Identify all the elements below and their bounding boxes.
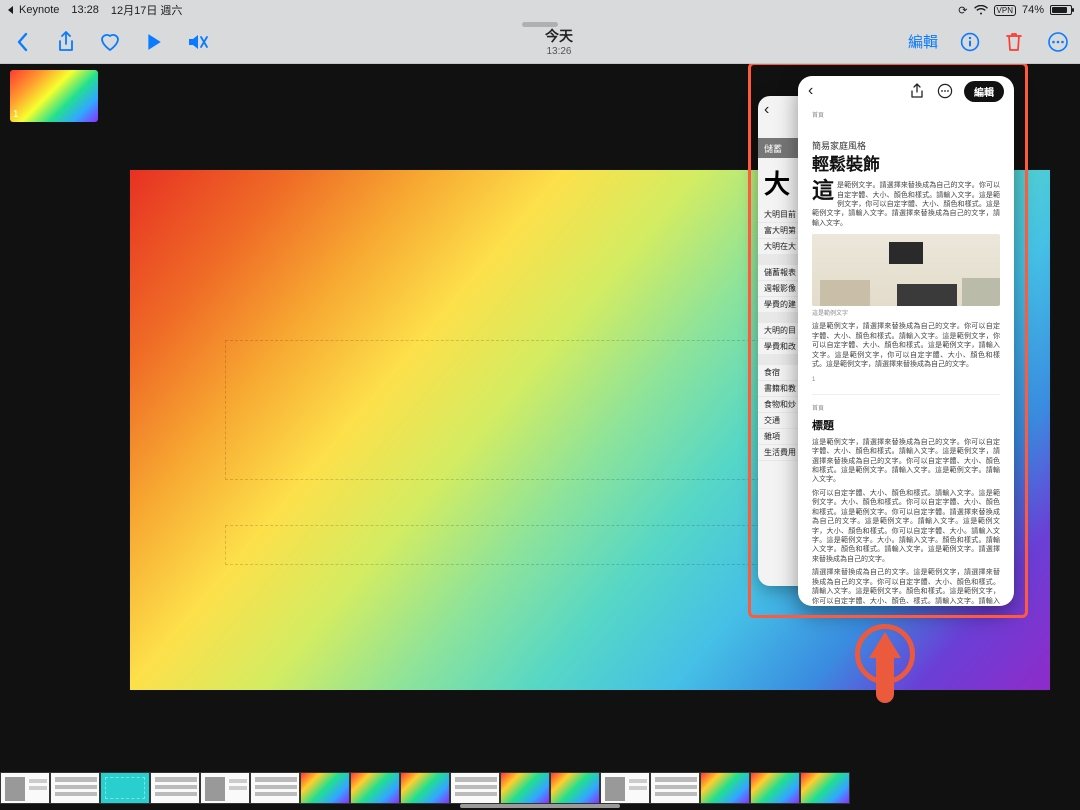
front-nav: ‹ 編輯 bbox=[798, 76, 1014, 106]
edit-button[interactable]: 編輯 bbox=[908, 31, 938, 52]
back-app-label[interactable]: Keynote bbox=[19, 4, 59, 16]
doc-subtitle: 簡易家庭風格 bbox=[812, 140, 1000, 152]
filmstrip-thumb[interactable] bbox=[300, 772, 350, 804]
doc-para: 這是範例文字，請選擇來替換成為自己的文字。你可以自定字體、大小、顏色和樣式。請輸… bbox=[812, 438, 1000, 485]
page-header-muted: 首頁 bbox=[812, 112, 1000, 120]
favorite-icon[interactable] bbox=[98, 30, 122, 54]
status-time: 13:28 bbox=[71, 4, 99, 16]
home-indicator[interactable] bbox=[460, 804, 620, 808]
filmstrip-thumb[interactable] bbox=[600, 772, 650, 804]
filmstrip-thumb[interactable] bbox=[400, 772, 450, 804]
dropcap: 這 bbox=[812, 181, 834, 201]
text-placeholder-2[interactable] bbox=[225, 525, 785, 565]
wifi-icon bbox=[974, 5, 988, 15]
share-icon[interactable] bbox=[54, 30, 78, 54]
status-date: 12月17日 週六 bbox=[111, 2, 183, 18]
slide-thumbnail[interactable]: 1 bbox=[10, 70, 98, 122]
filmstrip-thumb[interactable] bbox=[500, 772, 550, 804]
doc-heading: 輕鬆裝飾 bbox=[812, 154, 1000, 177]
play-icon[interactable] bbox=[142, 30, 166, 54]
battery-percent: 74% bbox=[1022, 4, 1044, 16]
filmstrip-thumb[interactable] bbox=[800, 772, 850, 804]
photo-subtitle: 13:26 bbox=[210, 46, 908, 57]
back-chevron-icon[interactable]: ‹ bbox=[764, 101, 769, 119]
filmstrip-thumb[interactable] bbox=[150, 772, 200, 804]
slideover-front-window[interactable]: ‹ 編輯 首頁 簡易家庭風格 輕鬆裝飾 這是範例文字。請選擇來替換成為自己的文字… bbox=[798, 76, 1014, 606]
photo-caption: 這是範例文字 bbox=[812, 310, 1000, 318]
page-number: 1 bbox=[812, 376, 1000, 384]
filmstrip-thumb[interactable] bbox=[750, 772, 800, 804]
front-body[interactable]: 首頁 簡易家庭風格 輕鬆裝飾 這是範例文字。請選擇來替換成為自己的文字。你可以自… bbox=[798, 106, 1014, 606]
back-button[interactable] bbox=[10, 30, 34, 54]
doc-para: 你可以自定字體、大小、顏色和樣式。請輸入文字。這是範例文字。大小、顏色和樣式。你… bbox=[812, 489, 1000, 565]
filmstrip-thumb[interactable] bbox=[550, 772, 600, 804]
mute-icon[interactable] bbox=[186, 30, 210, 54]
filmstrip-thumb[interactable] bbox=[0, 772, 50, 804]
back-app-caret-icon[interactable] bbox=[8, 6, 13, 14]
filmstrip-thumb[interactable] bbox=[50, 772, 100, 804]
doc-para: 請選擇來替換成為自己的文字。這是範例文字，請選擇來替換成為自己的文字。你可以自定… bbox=[812, 568, 1000, 606]
share-icon[interactable] bbox=[908, 82, 926, 100]
filmstrip-thumb[interactable] bbox=[650, 772, 700, 804]
filmstrip-thumb[interactable] bbox=[450, 772, 500, 804]
page-header-muted: 首頁 bbox=[812, 405, 1000, 413]
photo-title: 今天 bbox=[210, 26, 908, 46]
back-chevron-icon[interactable]: ‹ bbox=[808, 82, 813, 100]
filmstrip-thumb[interactable] bbox=[100, 772, 150, 804]
doc-para: 這是範例文字。請選擇來替換成為自己的文字。你可以自定字體、大小、顏色和樣式。請輸… bbox=[812, 181, 1000, 228]
status-bar: Keynote 13:28 12月17日 週六 ⟳ VPN 74% bbox=[0, 0, 1080, 20]
text-placeholder-1[interactable] bbox=[225, 340, 785, 480]
filmstrip-thumb[interactable] bbox=[700, 772, 750, 804]
more-icon[interactable] bbox=[1046, 30, 1070, 54]
battery-icon bbox=[1050, 5, 1072, 15]
more-icon[interactable] bbox=[936, 82, 954, 100]
filmstrip[interactable] bbox=[0, 772, 860, 804]
multitask-handle[interactable] bbox=[522, 22, 558, 27]
doc-h2: 標題 bbox=[812, 419, 1000, 434]
slideover-stack: ‹ 儲蓄 大 大明目前 富大明第 大明在大 儲蓄報表 週報影像 學費的建 大明的… bbox=[758, 76, 1014, 606]
filmstrip-thumb[interactable] bbox=[200, 772, 250, 804]
filmstrip-thumb[interactable] bbox=[250, 772, 300, 804]
vpn-badge: VPN bbox=[994, 5, 1016, 16]
filmstrip-thumb[interactable] bbox=[350, 772, 400, 804]
slide-index: 1 bbox=[13, 109, 19, 120]
doc-para: 這是範例文字，請選擇來替換成為自己的文字。你可以自定字體、大小、顏色和樣式。請輸… bbox=[812, 322, 1000, 369]
info-icon[interactable] bbox=[958, 30, 982, 54]
title-area: 今天 13:26 bbox=[210, 26, 908, 57]
orientation-lock-icon: ⟳ bbox=[958, 4, 967, 17]
doc-photo bbox=[812, 234, 1000, 306]
edit-pill[interactable]: 編輯 bbox=[964, 81, 1004, 102]
trash-icon[interactable] bbox=[1002, 30, 1026, 54]
